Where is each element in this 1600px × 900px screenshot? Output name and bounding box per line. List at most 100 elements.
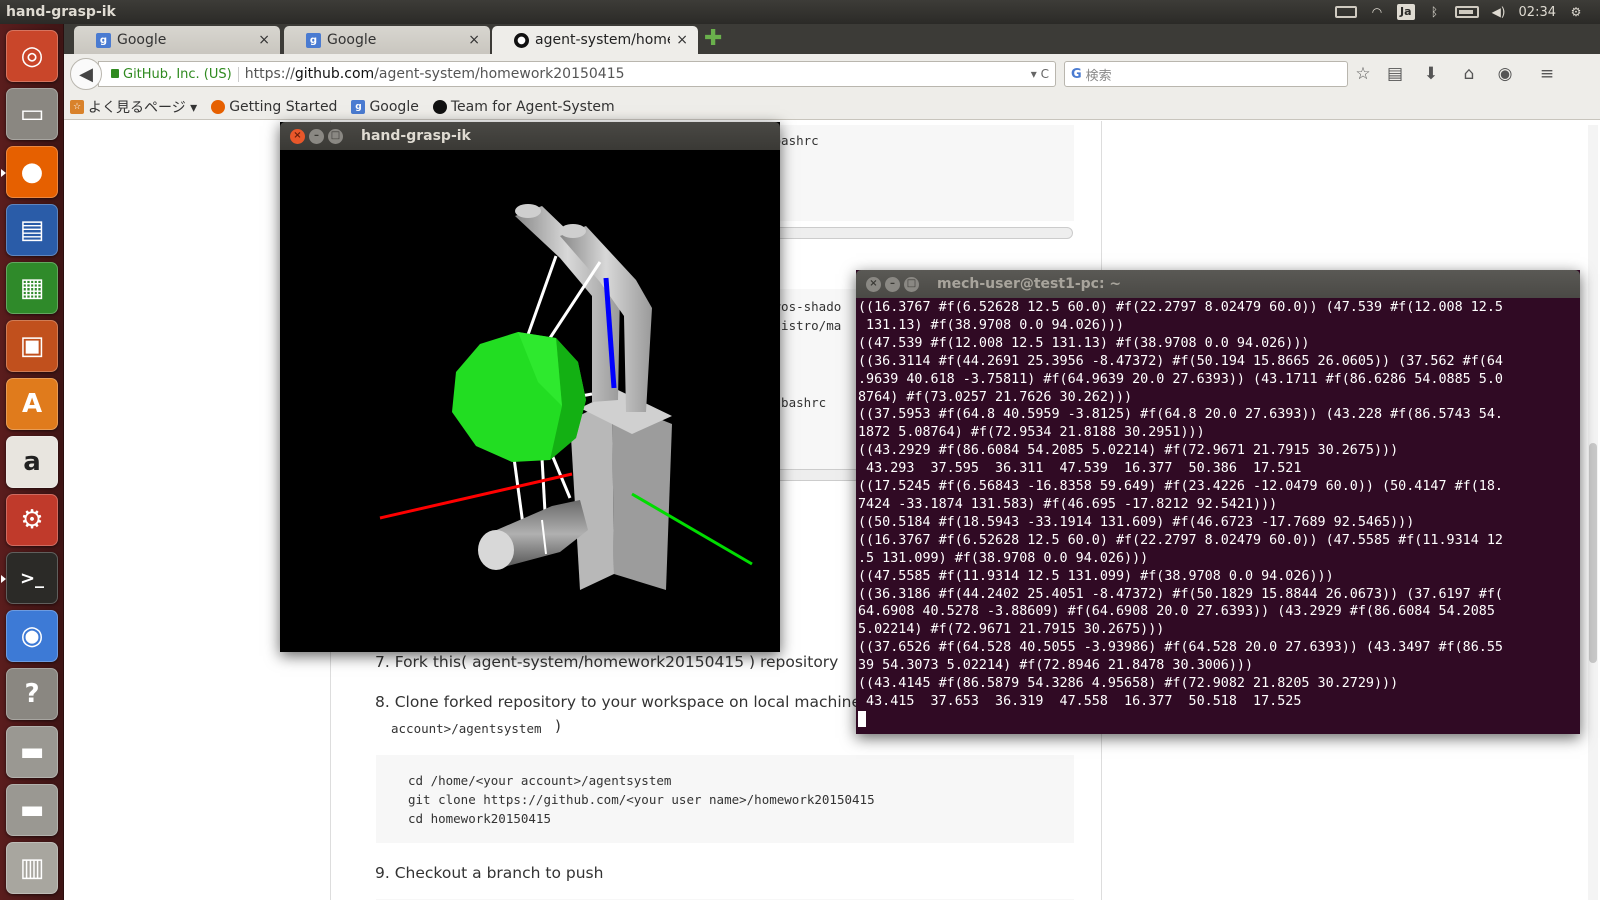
window-maximize-icon[interactable]: □ — [328, 128, 343, 144]
terminal-line: 64.6908 40.5278 -3.88609) #f(64.6908 20.… — [858, 604, 1495, 620]
battery-icon[interactable] — [1454, 6, 1479, 18]
step-9-text: 9. Checkout a branch to push — [375, 864, 604, 882]
url-domain: github.com — [294, 66, 375, 82]
drive2-icon[interactable]: ▬ — [6, 784, 58, 836]
keyboard-icon[interactable] — [1335, 6, 1358, 18]
terminal-line: ((37.6526 #f(64.528 40.5055 -3.93986) #f… — [858, 640, 1503, 656]
bluetooth-icon[interactable]: ᛒ — [1427, 4, 1443, 20]
step-8-text: 8. Clone forked repository to your works… — [375, 693, 902, 711]
tab-github-active[interactable]: ● agent-system/home... × — [492, 26, 698, 54]
bookmark-getting-started[interactable]: Getting Started — [211, 99, 337, 115]
system-settings-icon[interactable]: ⚙ — [6, 494, 58, 546]
bookmark-label: Getting Started — [229, 98, 338, 115]
terminal-scrollbar[interactable] — [1568, 298, 1580, 734]
home-icon[interactable]: ⌂ — [1458, 64, 1480, 84]
window-minimize-icon[interactable]: – — [309, 128, 324, 144]
arm-cap-back — [515, 204, 541, 218]
code-hscrollbar[interactable] — [761, 227, 1073, 239]
unity-launcher: ◎ ▭ ● ▤ ▦ ▣ Aa ⚙ >_ ◉? ▬ ▬ ▥ — [0, 24, 64, 900]
robot-3d-viewport[interactable] — [280, 150, 780, 652]
input-method-indicator[interactable]: Ja — [1397, 4, 1415, 20]
writer-icon[interactable]: ▤ — [6, 204, 58, 256]
github-favicon-icon — [432, 99, 447, 114]
tab-close-icon[interactable]: × — [468, 32, 480, 48]
bookmark-most-visited[interactable]: ☆ よく見るページ ▾ — [70, 97, 197, 117]
page-scrollbar[interactable] — [1588, 125, 1598, 900]
terminal-line: ((16.3767 #f(6.52628 12.5 60.0) #f(22.27… — [858, 532, 1503, 548]
active-app-title: hand-grasp-ik — [6, 4, 116, 20]
window-title: mech-user@test1-pc: ~ — [937, 276, 1122, 292]
identity-label: GitHub, Inc. (US) — [123, 66, 232, 82]
tab-title: agent-system/home... — [535, 32, 670, 48]
software-center-icon[interactable]: A — [6, 378, 58, 430]
tab-close-icon[interactable]: × — [258, 32, 270, 48]
ik-link-line — [522, 255, 558, 347]
url-text[interactable]: https://github.com/agent-system/homework… — [239, 66, 1031, 82]
power-gear-icon[interactable]: ⚙ — [1568, 4, 1584, 20]
github-favicon-icon: ● — [514, 32, 529, 48]
search-bar[interactable]: G 検索 — [1064, 61, 1348, 87]
terminal-line: ((17.5245 #f(6.56843 -16.8358 59.649) #f… — [858, 479, 1503, 495]
bookmark-star-icon[interactable]: ☆ — [1352, 64, 1374, 84]
url-path: /agent-system/homework20150415 — [374, 66, 625, 82]
cylinder-cap — [478, 530, 514, 570]
code-line: git clone https://github.com/<your user … — [408, 792, 875, 807]
tab-google-2[interactable]: g Google × — [284, 26, 490, 54]
google-favicon-icon: g — [306, 32, 321, 48]
back-button[interactable]: ◀ — [70, 58, 102, 90]
wifi-icon[interactable]: ◠ — [1369, 4, 1385, 20]
ubuntu-dash-icon[interactable]: ◎ — [6, 30, 58, 82]
arm-cap-front — [560, 224, 586, 238]
chromium-icon[interactable]: ◉ — [6, 610, 58, 662]
url-scheme: https:// — [244, 66, 295, 82]
code-line: cd /home/<your account>/agentsystem — [408, 773, 672, 788]
terminal-line: 8764) #f(73.0257 21.7626 30.262))) — [858, 389, 1133, 405]
bookmark-label: Google — [369, 98, 419, 115]
url-dropdown-reload-icons[interactable]: ▾ C — [1031, 67, 1055, 81]
indicator-area: ◠ Ja ᛒ ◀) 02:34 ⚙ — [1335, 4, 1600, 20]
terminal-line: .5 131.099) #f(38.9708 0.0 94.026))) — [858, 550, 1149, 566]
terminal-icon[interactable]: >_ — [1, 552, 58, 604]
impress-icon[interactable]: ▣ — [6, 320, 58, 372]
google-favicon-icon: g — [351, 99, 366, 114]
firefox-icon[interactable]: ● — [1, 146, 58, 198]
url-bar[interactable]: GitHub, Inc. (US) https://github.com/age… — [98, 61, 1056, 87]
window-maximize-icon[interactable]: □ — [904, 276, 919, 292]
folder-icon: ☆ — [70, 99, 84, 114]
window-close-icon[interactable]: × — [290, 128, 305, 144]
step-8-paren: ) — [555, 717, 561, 735]
chat-icon[interactable]: ◉ — [1494, 64, 1516, 84]
downloads-icon[interactable]: ⬇ — [1420, 64, 1442, 84]
top-panel: hand-grasp-ik ◠ Ja ᛒ ◀) 02:34 ⚙ — [0, 0, 1600, 24]
tab-close-icon[interactable]: × — [676, 32, 688, 48]
ik-window-titlebar[interactable]: × – □ hand-grasp-ik — [280, 122, 780, 150]
running-indicator — [1, 575, 6, 583]
files-icon[interactable]: ▭ — [6, 88, 58, 140]
navigation-toolbar: GitHub, Inc. (US) https://github.com/age… — [64, 54, 1600, 94]
search-engine-icon[interactable]: G — [1071, 67, 1082, 82]
drive-icon[interactable]: ▬ — [6, 726, 58, 778]
amazon-icon[interactable]: a — [6, 436, 58, 488]
bookmark-google[interactable]: g Google — [351, 98, 419, 115]
terminal-line: 1872 5.08764) #f(72.9534 21.8188 30.2951… — [858, 425, 1205, 441]
terminal-line: ((47.5585 #f(11.9314 12.5 131.099) #f(38… — [858, 568, 1334, 584]
calc-icon[interactable]: ▦ — [6, 262, 58, 314]
help-icon[interactable]: ? — [6, 668, 58, 720]
volume-icon[interactable]: ◀) — [1491, 4, 1507, 20]
bookmarks-list-icon[interactable]: ▤ — [1384, 64, 1406, 84]
clock[interactable]: 02:34 — [1519, 5, 1556, 20]
bookmark-team-agent-system[interactable]: Team for Agent-System — [432, 99, 615, 115]
terminal-titlebar[interactable]: × – □ mech-user@test1-pc: ~ — [856, 270, 1580, 298]
terminal-line: 39 54.3073 5.02214) #f(72.8946 21.8478 3… — [858, 658, 1254, 674]
window-minimize-icon[interactable]: – — [885, 276, 900, 292]
terminal-output[interactable]: ((16.3767 #f(6.52628 12.5 60.0) #f(22.27… — [858, 298, 1566, 734]
tab-google-1[interactable]: g Google × — [74, 26, 280, 54]
new-tab-button[interactable]: ✚ — [704, 28, 722, 50]
scrollbar-thumb[interactable] — [1589, 443, 1597, 663]
code-block-clone: cd /home/<your account>/agentsystem git … — [376, 755, 1074, 843]
menu-icon[interactable]: ≡ — [1536, 64, 1558, 84]
trash-icon[interactable]: ▥ — [6, 842, 58, 894]
tab-title: Google — [327, 32, 377, 48]
site-identity[interactable]: GitHub, Inc. (US) — [99, 66, 239, 82]
window-close-icon[interactable]: × — [866, 276, 881, 292]
